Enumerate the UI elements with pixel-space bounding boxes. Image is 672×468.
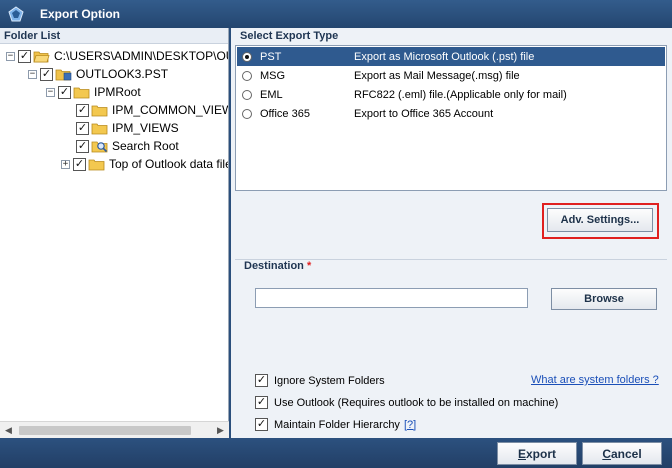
scroll-right-icon[interactable]: ▶ — [212, 422, 229, 439]
system-folders-help-link[interactable]: What are system folders ? — [531, 374, 659, 386]
destination-label-text: Destination — [244, 260, 304, 272]
export-type-description: Export as Mail Message(.msg) file — [354, 69, 520, 82]
export-type-msg[interactable]: MSG Export as Mail Message(.msg) file — [237, 66, 665, 85]
collapse-toggle[interactable]: − — [6, 51, 15, 61]
tree-checkbox[interactable]: ✓ — [76, 103, 89, 117]
cancel-button[interactable]: Cancel — [582, 442, 662, 465]
tree-item-label: OUTLOOK3.PST — [76, 67, 169, 81]
export-options-panel: Select Export Type PST Export as Microso… — [231, 28, 672, 438]
tree-checkbox[interactable]: ✓ — [76, 121, 89, 135]
tree-item-ipm-common-views[interactable]: ✓ IPM_COMMON_VIEWS — [76, 101, 228, 119]
export-type-name: EML — [260, 88, 283, 101]
export-type-header: Select Export Type — [240, 30, 339, 42]
cancel-label-rest: ancel — [610, 446, 642, 461]
horizontal-scrollbar[interactable]: ◀ ▶ — [0, 421, 229, 438]
use-outlook-label: Use Outlook (Requires outlook to be inst… — [274, 396, 559, 409]
use-outlook-option[interactable]: ✓ Use Outlook (Requires outlook to be in… — [255, 396, 558, 409]
radio-button[interactable] — [242, 70, 252, 81]
export-type-name: Office 365 — [260, 107, 310, 120]
radio-button[interactable] — [242, 51, 252, 62]
folder-icon — [73, 87, 90, 98]
folder-icon — [91, 105, 108, 116]
open-folder-icon — [33, 51, 50, 62]
export-type-list: PST Export as Microsoft Outlook (.pst) f… — [235, 45, 667, 191]
maintain-folder-hierarchy-option[interactable]: ✓ Maintain Folder Hierarchy [?] — [255, 418, 416, 431]
app-logo-icon — [8, 6, 24, 22]
tree-item-label: C:\USERS\ADMIN\DESKTOP\OUTL« — [54, 49, 228, 63]
export-type-office365[interactable]: Office 365 Export to Office 365 Account — [237, 104, 665, 123]
destination-path-input[interactable] — [255, 288, 528, 308]
scrollbar-track[interactable] — [17, 422, 212, 439]
use-outlook-checkbox[interactable]: ✓ — [255, 396, 268, 409]
export-button[interactable]: Export — [497, 442, 577, 465]
export-type-description: Export as Microsoft Outlook (.pst) file — [354, 50, 535, 63]
radio-button[interactable] — [242, 108, 252, 119]
export-type-eml[interactable]: EML RFC822 (.eml) file.(Applicable only … — [237, 85, 665, 104]
expand-toggle[interactable]: + — [61, 159, 70, 169]
browse-button[interactable]: Browse — [551, 288, 657, 310]
tree-checkbox[interactable]: ✓ — [58, 85, 71, 99]
title-bar: Export Option — [0, 0, 672, 28]
folder-list-header: Folder List — [0, 28, 228, 44]
radio-button[interactable] — [242, 89, 252, 100]
tree-item-ipmroot[interactable]: − ✓ IPMRoot — [46, 83, 141, 101]
tree-item-root-path[interactable]: − ✓ C:\USERS\ADMIN\DESKTOP\OUTL« — [6, 47, 228, 65]
export-type-description: Export to Office 365 Account — [354, 107, 494, 120]
tree-item-label: IPMRoot — [94, 85, 141, 99]
folder-icon — [88, 159, 105, 170]
tree-item-ipm-views[interactable]: ✓ IPM_VIEWS — [76, 119, 179, 137]
adv-settings-button[interactable]: Adv. Settings... — [547, 208, 653, 232]
ignore-system-folders-checkbox[interactable]: ✓ — [255, 374, 268, 387]
folder-tree[interactable]: − ✓ C:\USERS\ADMIN\DESKTOP\OUTL« − ✓ OUT… — [0, 44, 228, 420]
tree-item-label: Search Root — [112, 139, 179, 153]
export-type-name: PST — [260, 50, 282, 63]
tree-item-outlook3-pst[interactable]: − ✓ OUTLOOK3.PST — [28, 65, 168, 83]
tree-item-label: IPM_VIEWS — [112, 121, 179, 135]
tree-checkbox[interactable]: ✓ — [18, 49, 31, 63]
tree-checkbox[interactable]: ✓ — [76, 139, 89, 153]
tree-checkbox[interactable]: ✓ — [73, 157, 86, 171]
pst-file-icon — [55, 69, 72, 80]
hierarchy-help-link[interactable]: [?] — [404, 419, 416, 431]
scroll-left-icon[interactable]: ◀ — [0, 422, 17, 439]
search-folder-icon — [91, 141, 108, 152]
required-mark: * — [306, 260, 312, 272]
folder-list-panel: Folder List − ✓ C:\USERS\ADMIN\DESKTOP\O… — [0, 28, 229, 438]
export-type-pst[interactable]: PST Export as Microsoft Outlook (.pst) f… — [237, 47, 665, 66]
ignore-system-folders-label: Ignore System Folders — [274, 374, 385, 387]
export-label-rest: xport — [526, 446, 556, 461]
tree-item-top-of-outlook[interactable]: + ✓ Top of Outlook data file — [61, 155, 228, 173]
collapse-toggle[interactable]: − — [28, 69, 37, 79]
scrollbar-thumb[interactable] — [19, 425, 191, 435]
export-accelerator: E — [517, 446, 526, 461]
export-type-description: RFC822 (.eml) file.(Applicable only for … — [354, 88, 567, 101]
tree-item-search-root[interactable]: ✓ Search Root — [76, 137, 179, 155]
window-title: Export Option — [40, 7, 120, 21]
collapse-toggle[interactable]: − — [46, 87, 55, 97]
destination-group: Destination * Browse — [235, 259, 667, 341]
tree-checkbox[interactable]: ✓ — [40, 67, 53, 81]
folder-icon — [91, 123, 108, 134]
export-type-name: MSG — [260, 69, 286, 82]
maintain-hierarchy-checkbox[interactable]: ✓ — [255, 418, 268, 431]
tree-item-label: Top of Outlook data file — [109, 157, 228, 171]
tree-item-label: IPM_COMMON_VIEWS — [112, 103, 228, 117]
cancel-accelerator: C — [602, 446, 611, 461]
destination-label: Destination * — [244, 260, 311, 272]
ignore-system-folders-option[interactable]: ✓ Ignore System Folders — [255, 374, 385, 387]
bottom-action-bar: Export Cancel — [0, 438, 672, 468]
maintain-hierarchy-label: Maintain Folder Hierarchy — [274, 418, 400, 431]
